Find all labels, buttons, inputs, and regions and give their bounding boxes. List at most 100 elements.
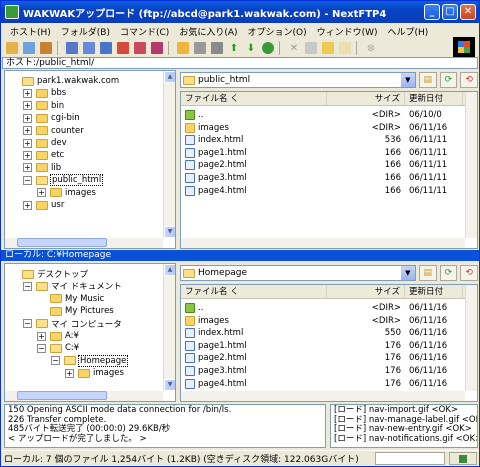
remote-file-list[interactable]: ファイル名 くサイズ 更新日付 .. <DIR> 06/10/0 images <DIR> 0… [180,91,478,249]
expand-icon[interactable]: + [23,163,32,173]
connect-icon[interactable] [4,40,20,56]
rename-icon[interactable] [303,40,319,56]
menu-help[interactable]: ヘルプ(H) [383,25,434,38]
tree-item[interactable]: + usr [23,199,64,211]
transfer-log[interactable]: 150 Opening ASCII mode data connection f… [4,404,326,448]
collapse-icon[interactable]: − [37,343,46,353]
local-refresh-button[interactable]: ⟳ [439,265,458,281]
menu-favorites[interactable]: お気に入り(A) [174,25,242,38]
tree-item[interactable]: park1.wakwak.com [9,75,119,87]
tree-item[interactable]: − マイ コンピュータ [23,318,122,330]
expand-icon[interactable]: + [37,188,46,198]
refresh-view-icon[interactable] [98,40,114,56]
file-row[interactable]: index.html 550 06/11/16 [185,327,459,339]
menu-window[interactable]: ウィンドウ(W) [312,25,383,38]
expand-icon[interactable]: + [23,126,32,136]
tree-item[interactable]: − C:¥ [37,342,79,354]
column-date-header[interactable]: 更新日付 [405,92,463,105]
disconnect-icon[interactable] [38,40,54,56]
horizontal-scrollbar[interactable] [181,391,465,401]
horizontal-scrollbar[interactable] [5,391,163,401]
tree-item[interactable]: My Pictures [37,305,114,317]
tree-item[interactable]: デスクトップ [9,268,88,280]
file-row[interactable]: .. <DIR> 06/11/16 [185,302,459,314]
chevron-down-icon[interactable]: ▼ [400,266,415,280]
bookmark-icon[interactable] [175,40,191,56]
local-address-combo[interactable]: Homepage ▼ [180,265,416,281]
horizontal-scrollbar[interactable] [5,238,163,248]
scroll-thumb[interactable] [17,238,107,247]
file-row[interactable]: page1.html 166 06/11/11 [185,147,459,159]
menu-options[interactable]: オプション(O) [243,25,312,38]
vertical-scrollbar[interactable]: ▲ ▼ [163,264,175,391]
tree-item[interactable]: + bbs [23,87,66,99]
minimize-button[interactable]: _ [424,4,440,20]
edit-host-icon[interactable] [21,40,37,56]
local-folder-up-button[interactable]: ▤ [418,265,437,281]
sort-icon[interactable] [115,40,131,56]
tree-item[interactable]: + images [37,187,96,199]
download-arrow-icon[interactable]: ⬇ [243,40,259,56]
compare-icon[interactable] [132,40,148,56]
tree-item[interactable]: + counter [23,125,84,137]
list-view-icon[interactable] [64,40,80,56]
file-row[interactable]: .. <DIR> 06/10/0 [185,109,459,121]
expand-icon[interactable]: + [23,88,32,98]
title-bar[interactable]: WAKWAKアップロード (ftp://abcd@park1.wakwak.co… [1,1,479,23]
column-name-header[interactable]: ファイル名 く [181,92,327,105]
tree-item[interactable]: + bin [23,100,64,112]
expand-icon[interactable]: + [23,150,32,160]
tree-item[interactable]: − public_html [23,174,104,187]
column-name-header[interactable]: ファイル名 く [181,285,327,298]
scroll-up-icon[interactable]: ▲ [164,264,175,276]
local-folder-tree[interactable]: デスクトップ − マイ ドキュメント My Music My Pictures − マイ コ… [4,263,176,402]
file-row[interactable]: page3.html 176 06/11/16 [185,365,459,377]
collapse-icon[interactable]: − [23,281,32,291]
file-row[interactable]: page2.html 166 06/11/11 [185,159,459,171]
collapse-icon[interactable]: − [23,319,32,329]
tree-item[interactable]: + dev [23,137,67,149]
collapse-icon[interactable]: − [23,175,32,185]
tree-item[interactable]: + lib [23,162,61,174]
new-folder-icon[interactable] [320,40,336,56]
file-row[interactable]: page2.html 176 06/11/16 [185,352,459,364]
close-button[interactable]: ✕ [460,4,476,20]
remote-folder-tree[interactable]: park1.wakwak.com + bbs + bin + cgi-bin + counter… [4,70,176,249]
file-row[interactable]: images <DIR> 06/11/16 [185,315,459,327]
remote-refresh-button[interactable]: ⟳ [439,72,458,88]
local-path-label[interactable]: ローカル: C:¥Homepage [1,250,479,261]
tree-item[interactable]: − マイ ドキュメント [23,280,122,292]
tree-item[interactable]: My Music [37,293,104,305]
local-sync-button[interactable]: ⟲ [460,265,478,281]
horizontal-scrollbar[interactable] [181,238,465,248]
file-row[interactable]: index.html 536 06/11/11 [185,134,459,146]
delete-icon[interactable]: ✕ [286,40,302,56]
local-file-list[interactable]: ファイル名 くサイズ 更新日付.. <DIR> 06/11/16 images <DIR>… [180,284,478,402]
collapse-icon[interactable]: − [51,356,60,366]
upload-queue-icon[interactable] [192,40,208,56]
expand-icon[interactable]: + [23,200,32,210]
scroll-up-icon[interactable]: ▲ [164,71,175,83]
upload-queue-log[interactable]: [ロード] nav-import.gif <OK> [ロード] nav-manag… [330,404,478,448]
download-queue-icon[interactable] [209,40,225,56]
scroll-down-icon[interactable]: ▼ [164,379,175,391]
folder-up-button[interactable]: ▤ [418,72,437,88]
sync-icon[interactable] [149,40,165,56]
tree-item[interactable]: + A:¥ [37,330,79,342]
expand-icon[interactable]: + [65,368,74,378]
vertical-scrollbar[interactable] [465,92,477,238]
menu-host[interactable]: ホスト(H) [5,25,56,38]
maximize-button[interactable]: □ [442,4,458,20]
remote-sync-button[interactable]: ⟲ [460,72,478,88]
chevron-down-icon[interactable]: ▼ [400,73,415,87]
tree-item[interactable]: − Homepage [51,354,129,367]
expand-icon[interactable]: + [37,331,46,341]
file-row[interactable]: page4.html 176 06/11/16 [185,378,459,390]
column-size-header[interactable]: サイズ [327,92,405,105]
tree-item[interactable]: + images [65,367,124,379]
properties-icon[interactable] [337,40,353,56]
file-row[interactable]: images <DIR> 06/11/16 [185,122,459,134]
tree-item[interactable]: + etc [23,149,64,161]
expand-icon[interactable]: + [23,138,32,148]
menu-folder[interactable]: フォルダ(B) [56,25,115,38]
